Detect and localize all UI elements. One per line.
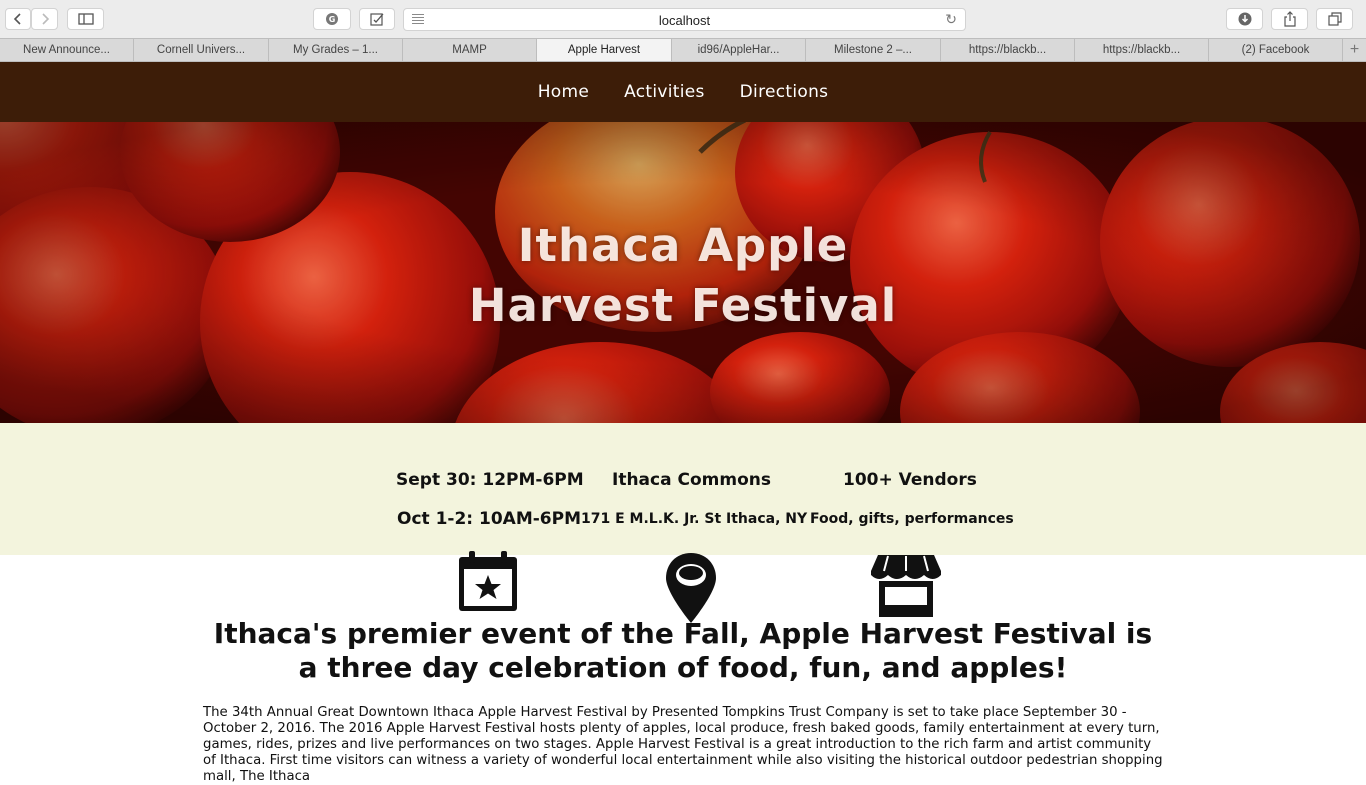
address-bar[interactable]: localhost ↻ bbox=[403, 8, 966, 31]
tab-label: (2) Facebook bbox=[1241, 44, 1310, 56]
browser-tab[interactable]: id96/AppleHar... bbox=[672, 39, 806, 61]
tabs-icon bbox=[1327, 12, 1342, 26]
browser-tab-active[interactable]: Apple Harvest bbox=[537, 39, 672, 61]
tabs-overview-button[interactable] bbox=[1316, 8, 1353, 30]
nav-directions-link[interactable]: Directions bbox=[740, 82, 829, 102]
browser-tab[interactable]: New Announce... bbox=[0, 39, 134, 61]
location-address: 171 E M.L.K. Jr. St Ithaca, NY bbox=[581, 511, 808, 527]
url-text: localhost bbox=[658, 13, 711, 28]
hero-banner: Ithaca Apple Harvest Festival bbox=[0, 122, 1366, 423]
hero-title-line2: Harvest Festival bbox=[468, 279, 898, 332]
intro-headline: Ithaca's premier event of the Fall, Appl… bbox=[213, 617, 1153, 684]
hero-title-line1: Ithaca Apple bbox=[517, 219, 849, 272]
calendar-star-icon bbox=[459, 551, 517, 611]
download-icon bbox=[1238, 12, 1251, 26]
sidebar-button[interactable] bbox=[67, 8, 104, 30]
browser-tab[interactable]: https://blackb... bbox=[1075, 39, 1209, 61]
chevron-right-icon bbox=[41, 13, 49, 25]
tab-label: https://blackb... bbox=[1102, 44, 1181, 56]
tab-bar: New Announce... Cornell Univers... My Gr… bbox=[0, 38, 1366, 62]
forward-button[interactable] bbox=[31, 8, 58, 30]
browser-tab[interactable]: My Grades – 1... bbox=[269, 39, 403, 61]
intro-paragraph: The 34th Annual Great Downtown Ithaca Ap… bbox=[203, 705, 1163, 784]
nav-home-link[interactable]: Home bbox=[538, 82, 589, 102]
downloads-button[interactable] bbox=[1226, 8, 1263, 30]
browser-toolbar: G localhost ↻ bbox=[0, 0, 1366, 38]
nav-activities-link[interactable]: Activities bbox=[624, 82, 705, 102]
tab-label: My Grades – 1... bbox=[292, 44, 378, 56]
share-icon bbox=[1283, 11, 1296, 27]
site-nav: Home Activities Directions bbox=[0, 62, 1366, 122]
notepad-icon bbox=[370, 13, 384, 26]
notes-button[interactable] bbox=[359, 8, 395, 30]
date-day2: Oct 1-2: 10AM-6PM bbox=[397, 509, 581, 529]
grammarly-icon: G bbox=[326, 13, 338, 25]
browser-tab[interactable]: MAMP bbox=[403, 39, 537, 61]
vendors-count: 100+ Vendors bbox=[843, 470, 977, 490]
back-button[interactable] bbox=[5, 8, 31, 30]
sidebar-icon bbox=[77, 13, 94, 25]
date-day1: Sept 30: 12PM-6PM bbox=[396, 470, 584, 490]
new-tab-button[interactable]: + bbox=[1343, 39, 1366, 61]
vendors-detail: Food, gifts, performances bbox=[810, 511, 1014, 527]
browser-tab[interactable]: https://blackb... bbox=[941, 39, 1075, 61]
map-pin-icon bbox=[666, 553, 716, 623]
tab-label: Milestone 2 –... bbox=[834, 44, 912, 56]
browser-tab[interactable]: Milestone 2 –... bbox=[806, 39, 941, 61]
hero-title: Ithaca Apple Harvest Festival bbox=[0, 216, 1366, 336]
browser-tab[interactable]: (2) Facebook bbox=[1209, 39, 1343, 61]
tab-label: Cornell Univers... bbox=[156, 44, 246, 56]
tab-label: id96/AppleHar... bbox=[697, 44, 780, 56]
svg-text:G: G bbox=[329, 15, 336, 24]
tab-label: New Announce... bbox=[23, 44, 110, 56]
browser-tab[interactable]: Cornell Univers... bbox=[134, 39, 269, 61]
extension-button[interactable]: G bbox=[313, 8, 351, 30]
tab-label: https://blackb... bbox=[968, 44, 1047, 56]
location-name: Ithaca Commons bbox=[612, 470, 771, 490]
chevron-left-icon bbox=[13, 13, 21, 25]
tab-label: Apple Harvest bbox=[567, 44, 641, 56]
share-button[interactable] bbox=[1271, 8, 1308, 30]
reload-icon[interactable]: ↻ bbox=[945, 12, 957, 28]
event-info-band: Sept 30: 12PM-6PM Oct 1-2: 10AM-6PM Itha… bbox=[0, 423, 1366, 555]
tab-label: MAMP bbox=[452, 44, 487, 56]
storefront-icon bbox=[871, 555, 941, 617]
